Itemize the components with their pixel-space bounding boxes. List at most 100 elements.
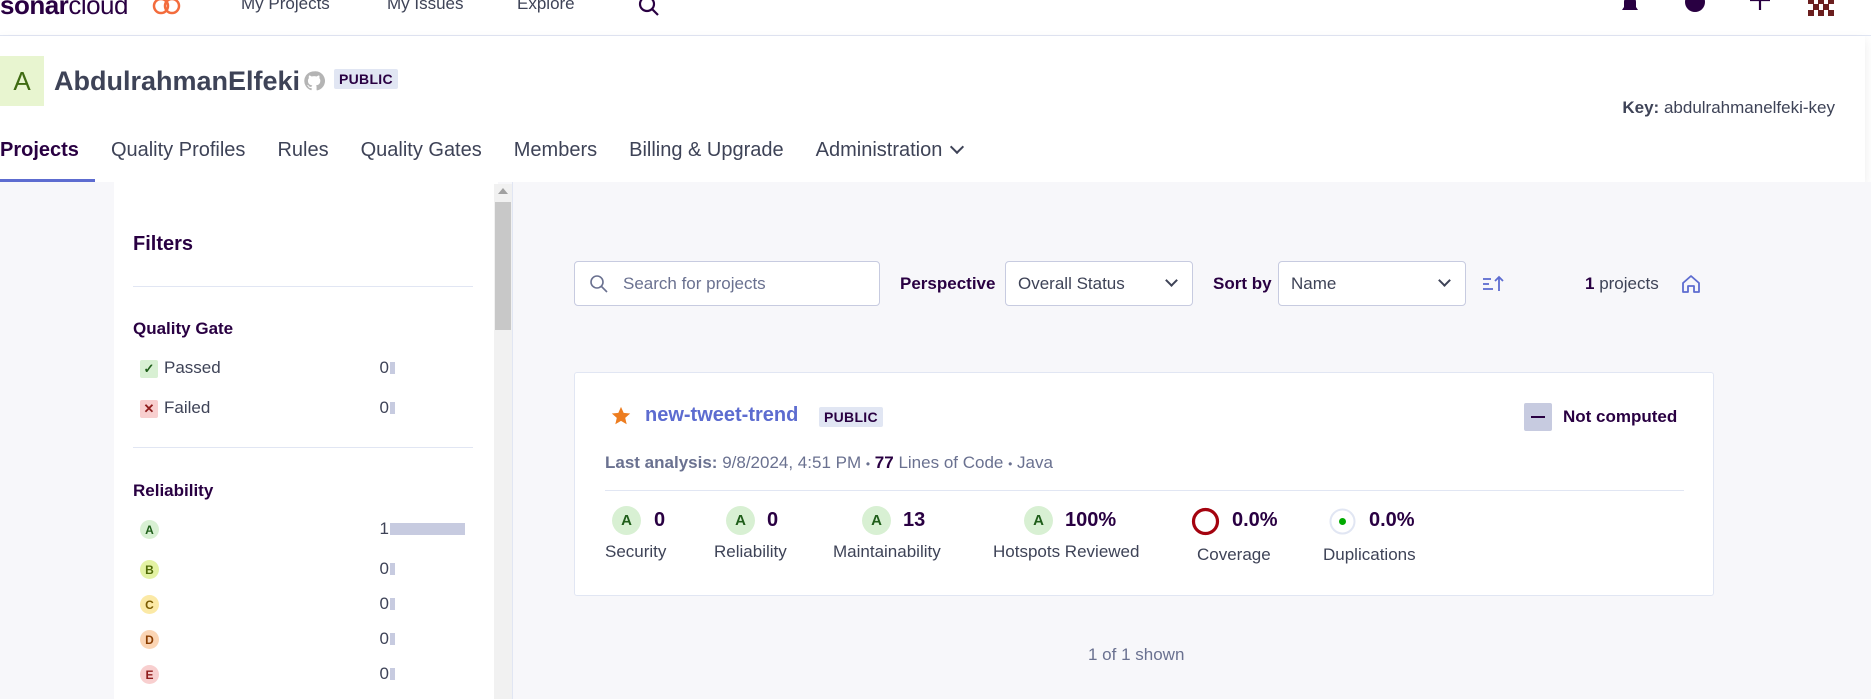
filter-bar xyxy=(390,668,395,680)
bell-icon[interactable] xyxy=(1618,0,1642,18)
chevron-down-icon xyxy=(950,139,965,155)
close-icon: ✕ xyxy=(140,400,158,418)
security-label: Security xyxy=(605,542,667,561)
tab-quality-gates[interactable]: Quality Gates xyxy=(345,132,498,182)
search-icon[interactable] xyxy=(637,0,661,18)
filter-reliability-e[interactable]: E 0 xyxy=(140,663,470,687)
tab-rules[interactable]: Rules xyxy=(261,132,344,182)
filter-bar xyxy=(390,633,395,645)
rating-badge: A xyxy=(140,520,159,539)
filter-reliability-c[interactable]: C 0 xyxy=(140,593,470,617)
filter-bar xyxy=(390,523,465,535)
org-key-value: abdulrahmanelfeki-key xyxy=(1663,98,1835,117)
tab-administration-label: Administration xyxy=(815,139,943,161)
filter-count: 0 xyxy=(379,358,389,377)
filters-title: Filters xyxy=(133,233,194,255)
perspective-label: Perspective xyxy=(900,274,996,293)
lines-of-code-value: 77 xyxy=(874,453,894,472)
filter-count: 0 xyxy=(379,594,389,613)
results-shown: 1 of 1 shown xyxy=(1088,645,1185,664)
filter-bar xyxy=(390,598,395,610)
security-value[interactable]: 0 xyxy=(654,509,665,532)
hotspots-rating[interactable]: A xyxy=(1024,506,1053,535)
top-navbar: sonarcloud My Projects My Issues Explore xyxy=(0,0,1871,36)
search-box[interactable] xyxy=(574,261,880,306)
tab-billing-upgrade[interactable]: Billing & Upgrade xyxy=(613,132,800,182)
quality-gate-status-icon xyxy=(1524,403,1552,431)
tab-projects[interactable]: Projects xyxy=(0,132,95,182)
sonarcloud-logo[interactable]: sonarcloud xyxy=(0,0,128,21)
filter-reliability-d[interactable]: D 0 xyxy=(140,628,470,652)
search-input[interactable] xyxy=(623,270,863,298)
tab-administration[interactable]: Administration xyxy=(800,132,979,182)
filters-divider xyxy=(133,447,473,448)
plus-icon[interactable] xyxy=(1748,0,1772,18)
project-language: Java xyxy=(1017,453,1053,472)
help-icon[interactable] xyxy=(1683,0,1707,18)
quality-gate-title: Quality Gate xyxy=(133,319,234,338)
filter-count: 0 xyxy=(379,398,389,417)
tab-members[interactable]: Members xyxy=(498,132,613,182)
maintainability-label: Maintainability xyxy=(833,542,941,561)
user-avatar[interactable] xyxy=(1806,0,1836,18)
projects-count: 1 projects xyxy=(1585,274,1659,294)
sidebar-scroll-thumb[interactable] xyxy=(495,202,511,330)
org-key: Key: abdulrahmanelfeki-key xyxy=(1622,98,1835,118)
nav-explore[interactable]: Explore xyxy=(517,0,575,14)
coverage-value[interactable]: 0.0% xyxy=(1232,509,1278,532)
filter-count: 0 xyxy=(379,559,389,578)
perspective-select[interactable]: Overall Status xyxy=(1005,261,1193,306)
reliability-rating[interactable]: A xyxy=(726,506,755,535)
filter-qg-failed[interactable]: ✕ Failed 0 xyxy=(140,397,470,421)
card-divider xyxy=(605,490,1684,491)
sort-by-label: Sort by xyxy=(1213,274,1272,293)
filter-reliability-b[interactable]: B 0 xyxy=(140,558,470,582)
security-rating[interactable]: A xyxy=(612,506,641,535)
maintainability-value[interactable]: 13 xyxy=(903,509,925,532)
hotspots-value[interactable]: 100% xyxy=(1065,509,1116,532)
filters-panel xyxy=(114,182,498,699)
scroll-up-arrow-icon[interactable] xyxy=(498,188,508,194)
nav-my-projects[interactable]: My Projects xyxy=(241,0,330,14)
star-icon[interactable] xyxy=(610,405,632,427)
github-icon[interactable] xyxy=(303,70,325,92)
analysis-date: 9/8/2024, 4:51 PM xyxy=(722,453,862,472)
rating-badge: D xyxy=(140,630,159,649)
check-icon: ✓ xyxy=(140,360,158,378)
reliability-value[interactable]: 0 xyxy=(767,509,778,532)
search-icon xyxy=(590,275,608,293)
duplications-value[interactable]: 0.0% xyxy=(1369,509,1415,532)
sort-ascending-icon[interactable] xyxy=(1482,274,1506,294)
project-name-link[interactable]: new-tweet-trend xyxy=(645,404,798,427)
lines-of-code-label: Lines of Code xyxy=(898,453,1004,472)
separator-dot: • xyxy=(1008,457,1013,471)
projects-count-text: projects xyxy=(1594,274,1659,293)
org-tabs: Projects Quality Profiles Rules Quality … xyxy=(0,132,978,182)
filter-reliability-a[interactable]: A 1 xyxy=(140,518,470,542)
nav-my-issues[interactable]: My Issues xyxy=(387,0,464,14)
separator-dot: • xyxy=(865,457,871,471)
perspective-value: Overall Status xyxy=(1018,274,1125,293)
chevron-down-icon xyxy=(1438,274,1451,287)
filters-divider xyxy=(133,286,473,287)
duplications-label: Duplications xyxy=(1323,545,1416,564)
sonarcloud-logo-mark xyxy=(152,0,181,15)
logo-text-bold: sonar xyxy=(0,0,69,20)
filter-count: 0 xyxy=(379,629,389,648)
rating-badge: E xyxy=(140,665,159,684)
org-key-label: Key: xyxy=(1622,98,1660,117)
filter-qg-passed[interactable]: ✓ Passed 0 xyxy=(140,357,470,381)
tab-quality-profiles[interactable]: Quality Profiles xyxy=(95,132,262,182)
chevron-down-icon xyxy=(1165,274,1178,287)
org-name[interactable]: AbdulrahmanElfeki xyxy=(54,66,300,97)
filter-bar xyxy=(390,402,395,414)
analysis-label: Last analysis: xyxy=(605,453,718,472)
filter-label: Passed xyxy=(164,358,221,377)
reliability-title: Reliability xyxy=(133,481,214,500)
maintainability-rating[interactable]: A xyxy=(862,506,891,535)
rating-badge: B xyxy=(140,560,159,579)
home-icon[interactable] xyxy=(1680,273,1702,295)
organization-header: A AbdulrahmanElfeki PUBLIC Key: abdulrah… xyxy=(0,36,1865,182)
analysis-info: Last analysis: 9/8/2024, 4:51 PM • 77 Li… xyxy=(605,453,1053,473)
sort-by-select[interactable]: Name xyxy=(1278,261,1466,306)
